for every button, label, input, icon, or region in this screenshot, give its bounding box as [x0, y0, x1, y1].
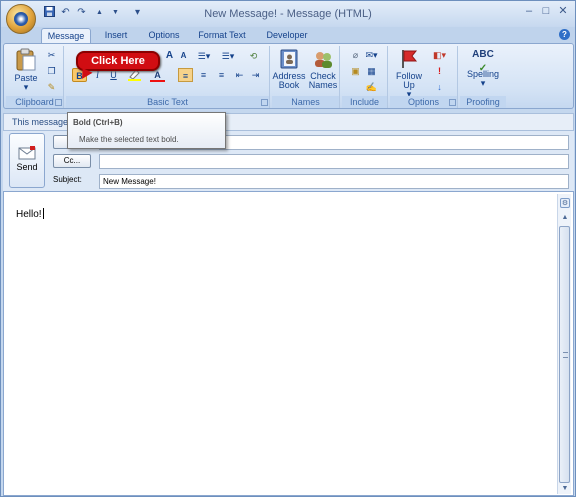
- help-icon[interactable]: ?: [559, 29, 570, 40]
- names-group-label: Names: [272, 96, 339, 108]
- copy-icon[interactable]: ❐: [44, 64, 59, 78]
- business-card-icon[interactable]: ▣: [348, 64, 363, 78]
- low-importance-icon[interactable]: ↓: [432, 80, 447, 94]
- group-clipboard: Paste ▾ ✂ ❐ ✎ Clipboard: [6, 46, 64, 108]
- proofing-group-label: Proofing: [460, 96, 506, 108]
- paste-arrow-icon[interactable]: ▾: [24, 82, 29, 92]
- tab-insert[interactable]: Insert: [97, 28, 135, 43]
- attach-item-icon[interactable]: ✉▾: [364, 48, 379, 62]
- scroll-grip-icon: [563, 352, 568, 358]
- window-title: New Message! - Message (HTML): [204, 8, 372, 20]
- address-book-button[interactable]: Address Book: [272, 48, 306, 90]
- cc-field[interactable]: [99, 154, 569, 169]
- spelling-button[interactable]: ABC ✓ Spelling ▾: [462, 48, 504, 88]
- follow-up-label: Follow Up: [395, 71, 422, 90]
- address-book-icon: [280, 49, 298, 69]
- click-here-callout: Click Here: [76, 51, 160, 71]
- follow-up-button[interactable]: Follow Up ▾: [392, 48, 426, 99]
- options-launcher-icon[interactable]: [449, 99, 456, 106]
- outlook-message-window: ↶ ↷ ▲ ▼ ▾ New Message! - Message (HTML) …: [0, 0, 576, 497]
- spelling-arrow-icon[interactable]: ▾: [481, 78, 486, 88]
- paste-icon: [16, 48, 36, 71]
- format-painter-icon[interactable]: ✎: [44, 80, 59, 94]
- group-include: ⌀ ✉▾ ▣ ▦ ✍▾ Include: [342, 46, 388, 108]
- tooltip-title: Bold (Ctrl+B): [73, 118, 123, 127]
- follow-up-flag-icon: [402, 50, 418, 68]
- clear-formatting-icon[interactable]: ⟲: [246, 49, 261, 63]
- body-text[interactable]: Hello!: [16, 208, 44, 220]
- tab-message[interactable]: Message: [41, 28, 91, 43]
- subject-label: Subject:: [53, 175, 82, 184]
- check-names-label: Check Names: [308, 71, 338, 90]
- close-button[interactable]: ✕: [555, 5, 571, 19]
- send-label: Send: [16, 162, 38, 172]
- check-names-icon: [315, 52, 332, 68]
- subject-field[interactable]: New Message!: [99, 174, 569, 189]
- office-button[interactable]: [6, 4, 36, 34]
- text-cursor: [42, 208, 44, 219]
- spelling-icon: ABC ✓: [472, 49, 494, 74]
- grow-font-icon[interactable]: A: [162, 49, 177, 63]
- high-importance-icon[interactable]: !: [432, 64, 447, 78]
- scroll-down-icon[interactable]: ▼: [560, 484, 570, 494]
- minimize-button[interactable]: –: [521, 5, 537, 19]
- group-proofing: ABC ✓ Spelling ▾ Proofing: [460, 46, 506, 108]
- tab-format-text[interactable]: Format Text: [193, 28, 251, 43]
- categorize-icon[interactable]: ◧▾: [432, 48, 447, 62]
- tab-developer[interactable]: Developer: [259, 28, 315, 43]
- align-left-icon[interactable]: ≡: [178, 68, 193, 82]
- scroll-thumb[interactable]: [559, 226, 570, 483]
- signature-icon[interactable]: ✍▾: [364, 80, 379, 106]
- group-options: Follow Up ▾ ◧▾ ! ↓ Options: [390, 46, 458, 108]
- decrease-indent-icon[interactable]: ⇤: [232, 68, 247, 82]
- attach-file-icon[interactable]: ⌀: [348, 48, 363, 62]
- office-logo-icon: [14, 12, 28, 26]
- increase-indent-icon[interactable]: ⇥: [248, 68, 263, 82]
- paste-button[interactable]: Paste ▾: [10, 48, 42, 92]
- check-names-button[interactable]: Check Names: [306, 48, 340, 90]
- scroll-up-icon[interactable]: ▲: [560, 213, 570, 223]
- bold-tooltip: Bold (Ctrl+B) Make the selected text bol…: [67, 112, 226, 149]
- calendar-icon[interactable]: ▦: [364, 64, 379, 78]
- shrink-font-icon[interactable]: A: [176, 49, 191, 63]
- send-envelope-icon: [18, 146, 36, 160]
- group-names: Address Book Check Names Names: [272, 46, 340, 108]
- message-body[interactable]: Hello! ⚙ ▲ ▼: [3, 191, 574, 496]
- clipboard-launcher-icon[interactable]: [55, 99, 62, 106]
- cc-button[interactable]: Cc...: [53, 154, 91, 168]
- align-center-icon[interactable]: ≡: [196, 68, 211, 82]
- tab-options[interactable]: Options: [141, 28, 187, 43]
- send-button[interactable]: Send: [9, 133, 45, 188]
- title-bar: ↶ ↷ ▲ ▼ ▾ New Message! - Message (HTML) …: [1, 1, 575, 34]
- ruler-toggle-icon[interactable]: ⚙: [560, 198, 570, 208]
- cut-icon[interactable]: ✂: [44, 48, 59, 62]
- vertical-scrollbar[interactable]: ⚙ ▲ ▼: [557, 194, 571, 494]
- ribbon-tabs: Message Insert Options Format Text Devel…: [1, 27, 575, 43]
- address-book-label: Address Book: [272, 71, 306, 90]
- align-right-icon[interactable]: ≡: [214, 68, 229, 82]
- options-group-label: Options: [390, 96, 457, 108]
- include-group-label: Include: [342, 96, 387, 108]
- basic-text-group-label: Basic Text: [66, 96, 269, 108]
- basic-text-launcher-icon[interactable]: [261, 99, 268, 106]
- tooltip-description: Make the selected text bold.: [79, 135, 179, 144]
- maximize-button[interactable]: □: [538, 5, 554, 19]
- bullets-icon[interactable]: ☰▾: [194, 49, 214, 63]
- numbering-icon[interactable]: ☰▾: [218, 49, 238, 63]
